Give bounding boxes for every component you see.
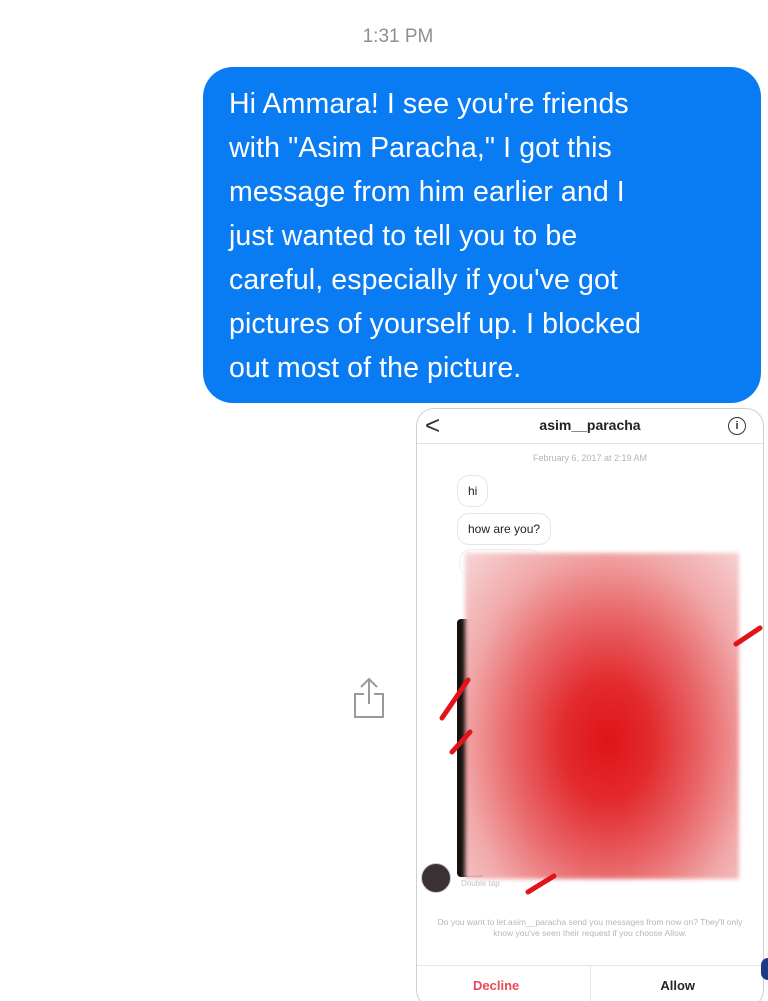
shared-screenshot[interactable]: < asim__paracha i February 6, 2017 at 2:…	[416, 408, 764, 1001]
redaction-blur	[465, 553, 739, 879]
scroll-indicator	[761, 958, 768, 980]
decline-button[interactable]: Decline	[473, 978, 519, 993]
received-message: how are you?	[457, 513, 552, 545]
button-divider	[590, 966, 591, 1001]
message-line: message from him earlier and I	[229, 176, 625, 208]
avatar	[421, 863, 451, 893]
message-line: careful, especially if you've got	[229, 264, 618, 296]
received-message: hi	[457, 475, 489, 507]
message-request-prompt: Do you want to let asim__paracha send yo…	[437, 917, 743, 938]
info-icon: i	[728, 417, 746, 435]
message-timestamp: 1:31 PM	[362, 26, 434, 47]
request-buttons: Decline Allow	[417, 965, 763, 1001]
message-line: with "Asim Paracha," I got this	[229, 132, 612, 164]
message-line: out most of the picture.	[229, 352, 522, 384]
screenshot-username: asim__paracha	[539, 417, 641, 433]
allow-button[interactable]: Allow	[660, 978, 695, 993]
double-tap-hint: Double tap	[461, 879, 500, 888]
message-line: Hi Ammara! I see you're friends	[229, 88, 629, 120]
conversation-screen: 1:31 PM Hi Ammara! I see you're friends …	[0, 0, 768, 1001]
screenshot-header: < asim__paracha i	[417, 409, 763, 444]
share-icon[interactable]	[352, 676, 386, 720]
message-line: just wanted to tell you to be	[229, 220, 578, 252]
sent-message-bubble[interactable]: Hi Ammara! I see you're friends with "As…	[203, 67, 761, 403]
message-line: pictures of yourself up. I blocked	[229, 308, 642, 340]
screenshot-date: February 6, 2017 at 2:19 AM	[532, 453, 648, 463]
